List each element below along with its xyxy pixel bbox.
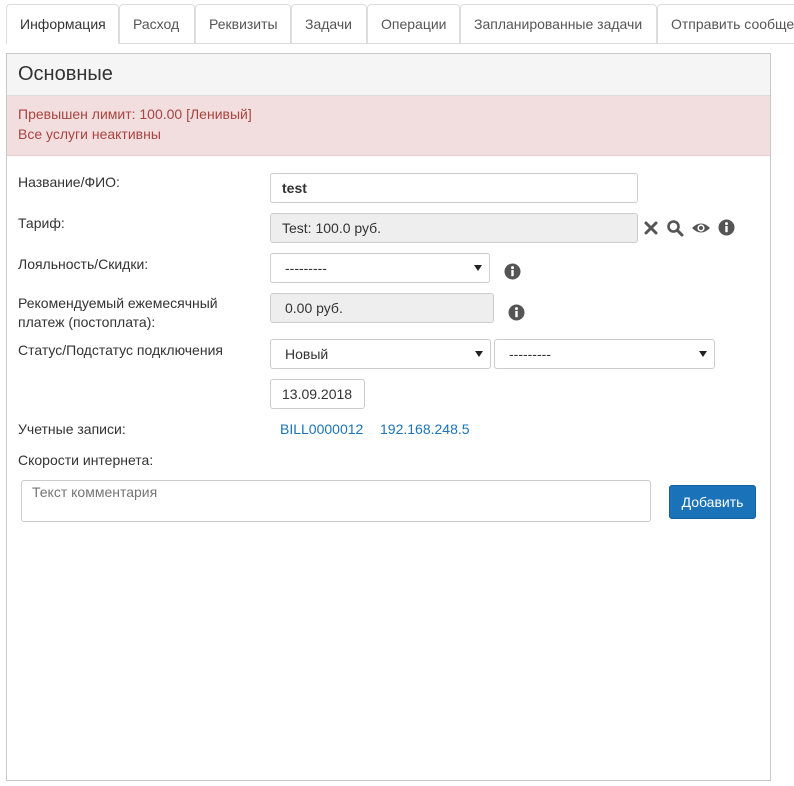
chevron-down-icon: [699, 351, 707, 357]
tab-label: Запланированные задачи: [474, 16, 643, 32]
tab-consumption[interactable]: Расход: [119, 4, 195, 43]
loyalty-select[interactable]: ---------: [270, 253, 490, 283]
status-select-value: Новый: [285, 346, 329, 362]
payment-label-line1: Рекомендуемый ежемесячный: [18, 295, 218, 311]
name-label: Название/ФИО:: [18, 174, 120, 190]
tab-label: Реквизиты: [209, 16, 278, 32]
chevron-down-icon: [475, 351, 483, 357]
tariff-label: Тариф:: [18, 215, 65, 231]
info-icon[interactable]: [718, 219, 736, 237]
info-icon[interactable]: [504, 263, 522, 281]
accounts-label: Учетные записи:: [18, 421, 126, 437]
tab-operations[interactable]: Операции: [367, 4, 460, 43]
alert-services-text: Все услуги неактивны: [18, 126, 161, 142]
main-panel: Основные Превышен лимит: 100.00 [Ленивый…: [6, 53, 771, 781]
comment-textarea[interactable]: [21, 480, 651, 522]
tab-label: Операции: [381, 16, 447, 32]
tariff-field: Test: 100.0 руб.: [270, 213, 638, 243]
loyalty-label: Лояльность/Скидки:: [18, 256, 149, 272]
status-select[interactable]: Новый: [270, 339, 491, 369]
substatus-select-value: ---------: [509, 346, 551, 362]
tab-label: Задачи: [305, 16, 353, 32]
loyalty-select-value: ---------: [285, 260, 327, 276]
tab-requisites[interactable]: Реквизиты: [195, 4, 291, 43]
substatus-select[interactable]: ---------: [494, 339, 715, 369]
tab-label: Отправить сообще: [671, 16, 794, 32]
status-label: Статус/Подстатус подключения: [18, 342, 223, 358]
close-icon[interactable]: [643, 220, 661, 238]
tab-tasks[interactable]: Задачи: [291, 4, 367, 43]
tab-scheduled-tasks[interactable]: Запланированные задачи: [460, 4, 657, 43]
limit-alert: Превышен лимит: 100.00 [Ленивый] Все усл…: [7, 96, 770, 156]
tab-bar: Информация Расход Реквизиты Задачи Опера…: [6, 4, 794, 44]
payment-label-line2: платеж (постоплата):: [18, 314, 156, 330]
chevron-down-icon: [474, 265, 482, 271]
account-link-ip[interactable]: 192.168.248.5: [380, 421, 470, 437]
status-date-input[interactable]: 13.09.2018: [270, 379, 365, 409]
tab-label: Расход: [133, 16, 180, 32]
eye-icon[interactable]: [691, 220, 711, 238]
tab-send-message[interactable]: Отправить сообще: [657, 4, 794, 43]
add-comment-button[interactable]: Добавить: [669, 485, 756, 519]
panel-heading: Основные: [7, 54, 770, 96]
search-icon[interactable]: [666, 219, 684, 237]
speeds-label: Скорости интернета:: [18, 452, 154, 468]
tab-divider: [119, 43, 794, 44]
tab-label: Информация: [20, 16, 106, 32]
panel-title: Основные: [18, 63, 113, 85]
tab-information[interactable]: Информация: [6, 4, 119, 44]
info-icon[interactable]: [508, 304, 526, 322]
alert-limit-text: Превышен лимит: 100.00 [Ленивый]: [18, 106, 252, 122]
name-input[interactable]: test: [270, 173, 638, 203]
payment-field: 0.00 руб.: [270, 293, 494, 323]
account-link-bill[interactable]: BILL0000012: [280, 421, 363, 437]
